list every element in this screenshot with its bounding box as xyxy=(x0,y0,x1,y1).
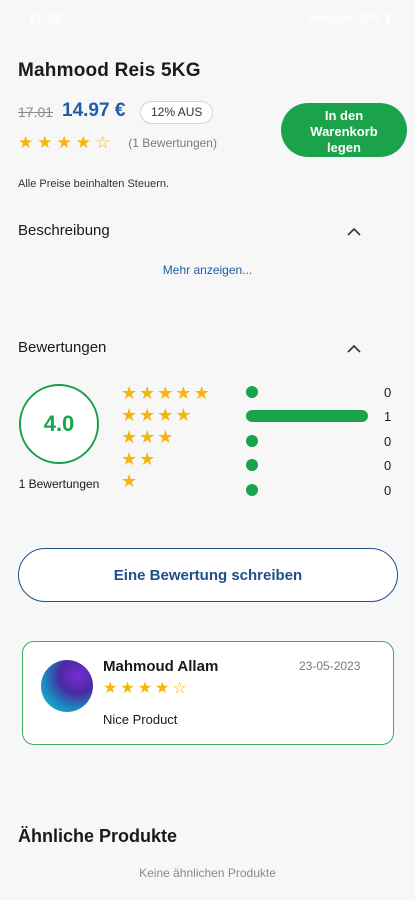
star-icon: ★ xyxy=(121,449,138,469)
rating-count-5: 0 xyxy=(384,385,392,400)
new-price: 14.97 € xyxy=(62,100,126,121)
status-time: 17:06 xyxy=(28,11,62,26)
product-title: Mahmood Reis 5KG xyxy=(18,60,201,81)
star-icon: ★ xyxy=(120,680,135,697)
star-outline-icon: ☆ xyxy=(95,133,111,152)
star-icon: ★ xyxy=(121,383,138,403)
review-card: Mahmoud Allam 23-05-2023 ★ ★ ★ ★ ☆ Nice … xyxy=(22,641,394,745)
star-icon: ★ xyxy=(175,405,192,425)
rating-count-2: 0 xyxy=(384,458,392,473)
product-rating-row: ★ ★ ★ ★ ☆ (1 Bewertungen) xyxy=(18,133,217,153)
review-stars: ★ ★ ★ ★ ☆ xyxy=(103,679,190,699)
show-more-link[interactable]: Mehr anzeigen... xyxy=(0,263,415,277)
star-icon: ★ xyxy=(139,405,156,425)
average-rating: 4.0 xyxy=(19,384,99,464)
rating-bar-3 xyxy=(246,435,368,447)
star-row-1: ★ xyxy=(121,471,139,491)
rating-total: 1 Bewertungen xyxy=(18,477,100,491)
reviews-header[interactable]: Bewertungen xyxy=(18,339,106,356)
star-icon: ★ xyxy=(175,383,192,403)
star-row-2: ★ ★ xyxy=(121,449,157,469)
chevron-up-icon[interactable] xyxy=(346,341,362,357)
star-icon: ★ xyxy=(121,427,138,447)
similar-products-title: Ähnliche Produkte xyxy=(18,826,178,846)
rating-bar-5 xyxy=(246,386,368,398)
avatar xyxy=(41,660,93,712)
status-bar: 17:06 55 Manager 98% ▮ xyxy=(0,0,415,36)
star-icon: ★ xyxy=(56,133,72,152)
add-to-cart-label: In den Warenkorb legen xyxy=(310,107,378,155)
review-text: Nice Product xyxy=(103,712,178,727)
star-icon: ★ xyxy=(157,405,174,425)
star-row-5: ★ ★ ★ ★ ★ xyxy=(121,383,212,403)
rating-bar-1 xyxy=(246,484,368,496)
star-icon: ★ xyxy=(37,133,53,152)
old-price: 17.01 xyxy=(18,104,54,120)
write-review-button[interactable]: Eine Bewertung schreiben xyxy=(18,548,398,602)
star-icon: ★ xyxy=(139,383,156,403)
description-header[interactable]: Beschreibung xyxy=(18,222,110,239)
star-icon: ★ xyxy=(193,383,210,403)
star-row-3: ★ ★ ★ xyxy=(121,427,175,447)
star-icon: ★ xyxy=(155,680,170,697)
star-icon: ★ xyxy=(75,133,91,152)
star-icon: ★ xyxy=(121,471,138,491)
no-similar-products: Keine ähnlichen Produkte xyxy=(139,866,276,880)
star-row-4: ★ ★ ★ ★ xyxy=(121,405,194,425)
star-icon: ★ xyxy=(137,680,153,697)
star-icon: ★ xyxy=(18,133,34,152)
rating-count-3: 0 xyxy=(384,434,392,449)
star-icon: ★ xyxy=(157,383,174,403)
reviewer-name: Mahmoud Allam xyxy=(103,658,219,675)
star-icon: ★ xyxy=(103,680,118,697)
status-icons: 55 Manager 98% ▮ xyxy=(289,11,391,25)
rating-bar-2 xyxy=(246,459,368,471)
review-date: 23-05-2023 xyxy=(299,659,361,673)
tax-note: Alle Preise beinhalten Steuern. xyxy=(18,178,170,190)
rating-bar-4 xyxy=(246,410,368,422)
add-to-cart-button[interactable]: In den Warenkorb legen xyxy=(281,103,407,157)
star-icon: ★ xyxy=(121,405,138,425)
star-icon: ★ xyxy=(157,427,174,447)
star-icon: ★ xyxy=(139,427,156,447)
star-outline-icon: ☆ xyxy=(172,680,187,697)
rating-count-1: 0 xyxy=(384,483,392,498)
star-icon: ★ xyxy=(139,449,156,469)
review-count: (1 Bewertungen) xyxy=(128,136,217,150)
rating-count-4: 1 xyxy=(384,409,392,424)
discount-badge: 12% AUS xyxy=(140,101,214,124)
chevron-up-icon[interactable] xyxy=(346,224,362,240)
